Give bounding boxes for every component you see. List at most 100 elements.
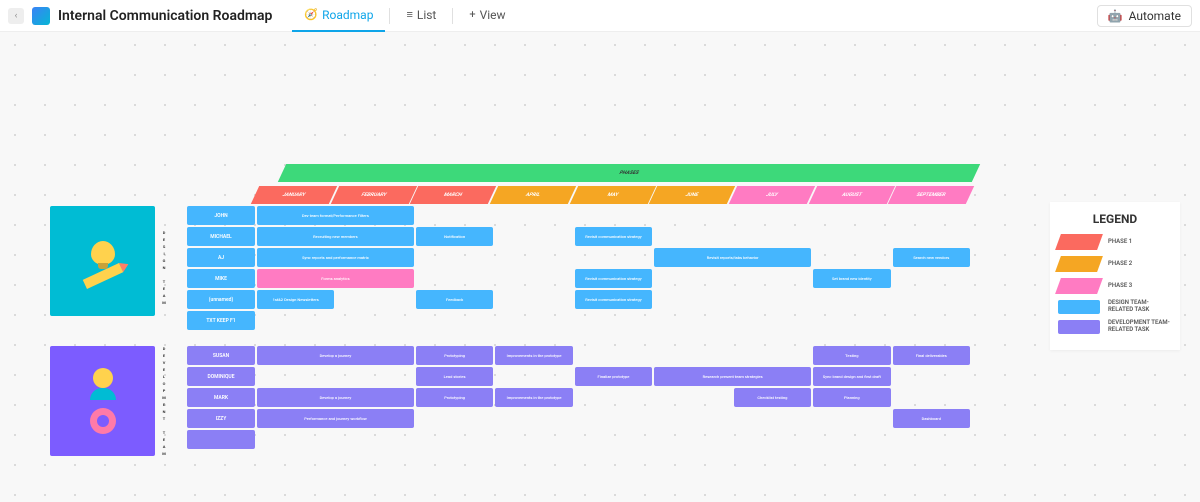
- task-bar[interactable]: Prototyping: [416, 346, 493, 365]
- design-team-image: [50, 206, 155, 316]
- team-name-label: DEVELOPMENT TEAM: [158, 346, 170, 458]
- gantt-row: IZZYPerformance and journey workflowDash…: [187, 409, 970, 428]
- grid-cell: [495, 227, 572, 246]
- task-bar[interactable]: Research present team strategies: [654, 367, 811, 386]
- task-bar[interactable]: Revisit reports/tabs behavior: [654, 248, 811, 267]
- task-bar[interactable]: Dev team format/Performance Filters: [257, 206, 414, 225]
- grid-cell: [813, 206, 890, 225]
- tab-list[interactable]: ≡ List: [394, 0, 448, 32]
- team-name-label: DESIGN TEAM: [158, 206, 170, 330]
- task-bar[interactable]: Lead stories: [416, 367, 493, 386]
- grid-cell: [654, 388, 731, 407]
- grid-cell: [893, 430, 970, 449]
- grid-cell: [495, 269, 572, 288]
- task-bar[interactable]: Final deliverables: [893, 346, 970, 365]
- month-header-may: MAY: [569, 186, 655, 204]
- grid-cell: [813, 409, 890, 428]
- month-header-july: JULY: [729, 186, 815, 204]
- task-bar[interactable]: Improvements in the prototype: [495, 346, 572, 365]
- legend-swatch: [1058, 320, 1100, 334]
- task-bar[interactable]: Revisit communication strategy: [575, 290, 652, 309]
- grid-cell: [575, 430, 652, 449]
- grid-cell: [257, 311, 334, 330]
- grid-cell: [654, 311, 731, 330]
- month-header-june: JUNE: [649, 186, 735, 204]
- month-header-february: FEBRUARY: [330, 186, 416, 204]
- legend-swatch: [1055, 278, 1103, 294]
- grid-cell: [734, 311, 811, 330]
- collapse-sidebar-button[interactable]: ‹: [8, 8, 24, 24]
- grid-cell: [416, 409, 493, 428]
- task-bar[interactable]: Develop a journey: [257, 388, 414, 407]
- grid-cell: [336, 290, 413, 309]
- row-person-name: TXT KEEP F1: [187, 311, 255, 330]
- roadmap-icon: 🧭: [304, 8, 318, 21]
- tab-roadmap[interactable]: 🧭 Roadmap: [292, 0, 385, 32]
- grid-cell: [813, 248, 890, 267]
- task-bar[interactable]: Planning: [813, 388, 890, 407]
- grid-cell: [257, 430, 334, 449]
- automate-button[interactable]: 🤖 Automate: [1097, 5, 1192, 27]
- task-bar[interactable]: Recruiting new members: [257, 227, 414, 246]
- task-bar[interactable]: Improvements in the prototype: [495, 388, 572, 407]
- task-bar[interactable]: Search new vendors: [893, 248, 970, 267]
- task-bar[interactable]: Sync reports and performance matrix: [257, 248, 414, 267]
- task-bar[interactable]: Sync brand design and first draft: [813, 367, 890, 386]
- gantt-row: MIKEForms analytics Revisit communication…: [187, 269, 970, 288]
- grid-cell: [734, 346, 811, 365]
- gantt-row: TXT KEEP F1: [187, 311, 970, 330]
- legend-label: PHASE 1: [1108, 239, 1172, 246]
- grid-cell: [654, 290, 731, 309]
- grid-cell: [893, 311, 970, 330]
- header-bar: ‹ Internal Communication Roadmap 🧭 Roadm…: [0, 0, 1200, 32]
- task-bar[interactable]: Finalize prototype: [575, 367, 652, 386]
- team-block: DEVELOPMENT TEAMSUSANDevelop a journeyPr…: [50, 346, 970, 458]
- month-header-august: AUGUST: [809, 186, 895, 204]
- task-bar[interactable]: Develop a journey: [257, 346, 414, 365]
- grid-cell: [495, 409, 572, 428]
- tab-add-view[interactable]: + View: [457, 0, 517, 32]
- grid-cell: [257, 367, 334, 386]
- task-bar[interactable]: Performance and journey workflow: [257, 409, 414, 428]
- grid-cell: [813, 227, 890, 246]
- grid-cell: [893, 367, 970, 386]
- team-block: DESIGN TEAM JOHNDev team format/Performan…: [50, 206, 970, 330]
- task-bar[interactable]: Dashboard: [893, 409, 970, 428]
- month-header-september: SEPTEMBER: [888, 186, 974, 204]
- task-bar[interactable]: Revisit communication strategy: [575, 227, 652, 246]
- row-person-name: SUSAN: [187, 346, 255, 365]
- grid-cell: [495, 367, 572, 386]
- grid-cell: [416, 206, 493, 225]
- divider: [452, 8, 453, 24]
- task-bar[interactable]: Forms analytics: [257, 269, 414, 288]
- grid-cell: [416, 430, 493, 449]
- phases-bar: PHASES: [278, 164, 980, 182]
- gantt-row: [187, 430, 970, 449]
- grid-cell: [893, 227, 970, 246]
- row-person-name: MIKE: [187, 269, 255, 288]
- grid-cell: [575, 248, 652, 267]
- grid-cell: [654, 346, 731, 365]
- task-bar[interactable]: Set brand new identity: [813, 269, 890, 288]
- page-title: Internal Communication Roadmap: [58, 8, 272, 24]
- legend-item: DESIGN TEAM-RELATED TASK: [1058, 300, 1172, 314]
- grid-cell: [734, 409, 811, 428]
- legend-label: DESIGN TEAM-RELATED TASK: [1108, 300, 1172, 313]
- task-bar[interactable]: Revisit communication strategy: [575, 269, 652, 288]
- row-person-name: JOHN: [187, 206, 255, 225]
- grid-cell: [575, 409, 652, 428]
- roadmap-canvas[interactable]: PHASES JANUARYFEBRUARYMARCHAPRILMAYJUNEJ…: [0, 32, 1200, 502]
- grid-cell: [416, 248, 493, 267]
- task-bar[interactable]: Checklist testing: [734, 388, 811, 407]
- task-bar[interactable]: 1st&2 Design Newsletters: [257, 290, 334, 309]
- grid-cell: [734, 290, 811, 309]
- month-header-row: JANUARYFEBRUARYMARCHAPRILMAYJUNEJULYAUGU…: [50, 186, 970, 204]
- row-person-name: (unnamed): [187, 290, 255, 309]
- task-bar[interactable]: Notification: [416, 227, 493, 246]
- legend-label: PHASE 3: [1108, 283, 1172, 290]
- legend-label: PHASE 2: [1108, 261, 1172, 268]
- task-bar[interactable]: Feedback: [416, 290, 493, 309]
- task-bar[interactable]: Testing: [813, 346, 890, 365]
- grid-cell: [336, 311, 413, 330]
- task-bar[interactable]: Prototyping: [416, 388, 493, 407]
